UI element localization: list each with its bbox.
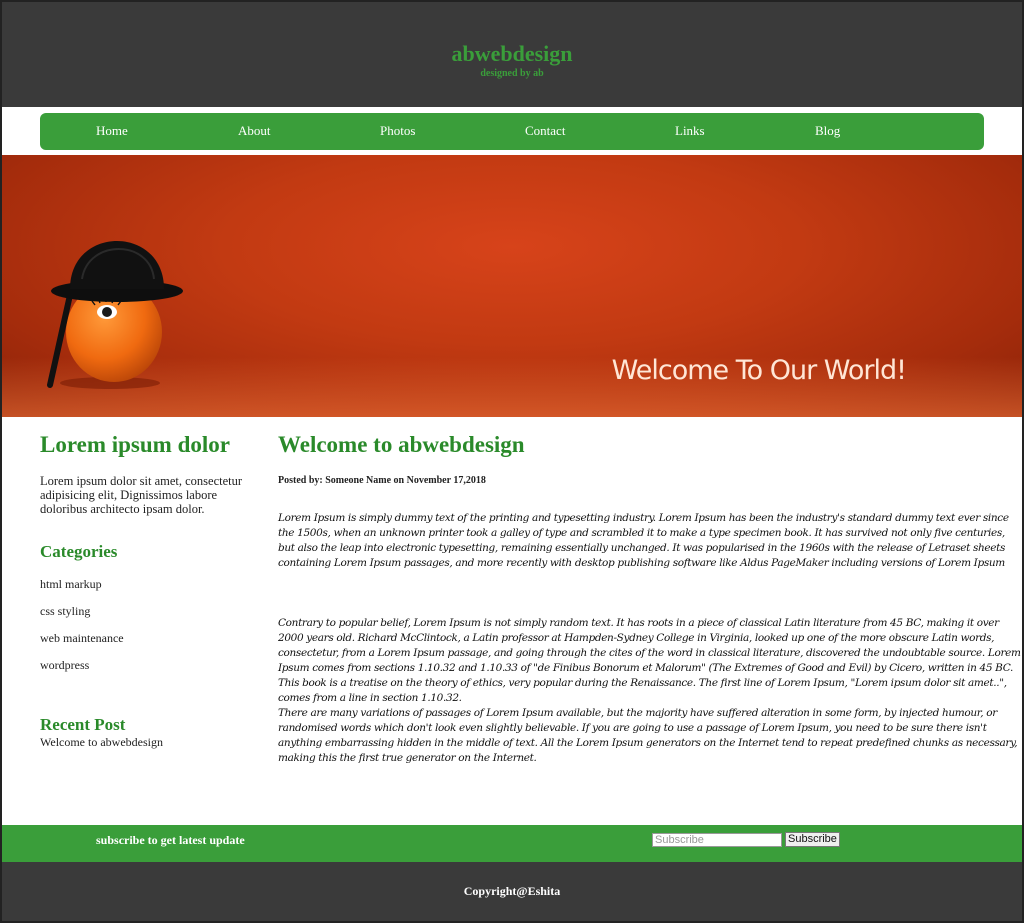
main-content: Welcome to abwebdesign Posted by: Someon… — [278, 432, 1022, 766]
post-meta: Posted by: Someone Name on November 17,2… — [278, 475, 486, 486]
post-title: Welcome to abwebdesign — [278, 432, 525, 457]
subscribe-bar: subscribe to get latest update Subscribe — [2, 825, 1022, 862]
banner-welcome-text: Welcome To Our World! — [611, 355, 907, 386]
copyright-text: Copyright@Eshita — [463, 884, 561, 898]
category-web-maintenance[interactable]: web maintenance — [40, 631, 250, 658]
site-header: abwebdesign designed by ab — [2, 2, 1022, 107]
nav-links[interactable]: Links — [675, 123, 705, 139]
subscribe-text: subscribe to get latest update — [96, 833, 245, 847]
hero-banner: Welcome To Our World! — [2, 155, 1022, 417]
main-nav: Home About Photos Contact Links Blog — [40, 113, 984, 150]
sidebar-heading: Lorem ipsum dolor — [40, 432, 230, 457]
category-html-markup[interactable]: html markup — [40, 577, 250, 604]
category-css-styling[interactable]: css styling — [40, 604, 250, 631]
nav-contact[interactable]: Contact — [525, 123, 565, 139]
site-title: abwebdesign — [451, 41, 573, 66]
nav-blog[interactable]: Blog — [815, 123, 840, 139]
category-wordpress[interactable]: wordpress — [40, 658, 250, 685]
nav-photos[interactable]: Photos — [380, 123, 415, 139]
subscribe-input[interactable] — [652, 833, 782, 847]
sidebar-intro: Lorem ipsum dolor sit amet, consectetur … — [40, 474, 243, 516]
bowler-hat-orange-illustration — [47, 241, 183, 389]
post-paragraph-3: There are many variations of passages of… — [278, 707, 1018, 764]
categories-list: html markup css styling web maintenance … — [40, 577, 250, 685]
nav-home[interactable]: Home — [96, 123, 128, 139]
site-subtitle: designed by ab — [480, 68, 544, 79]
recent-post-link[interactable]: Welcome to abwebdesign — [40, 735, 250, 750]
nav-wrapper: Home About Photos Contact Links Blog — [2, 107, 1022, 155]
post-paragraph-1: Lorem Ipsum is simply dummy text of the … — [278, 512, 1009, 569]
subscribe-button[interactable]: Subscribe — [785, 832, 840, 847]
post-paragraph-2: Contrary to popular belief, Lorem Ipsum … — [278, 617, 1021, 704]
recent-post-heading: Recent Post — [40, 715, 126, 734]
categories-heading: Categories — [40, 542, 118, 561]
page: abwebdesign designed by ab Home About Ph… — [0, 0, 1024, 923]
nav-about[interactable]: About — [238, 123, 271, 139]
site-footer: Copyright@Eshita — [2, 862, 1022, 921]
sidebar: Lorem ipsum dolor Lorem ipsum dolor sit … — [40, 432, 250, 750]
